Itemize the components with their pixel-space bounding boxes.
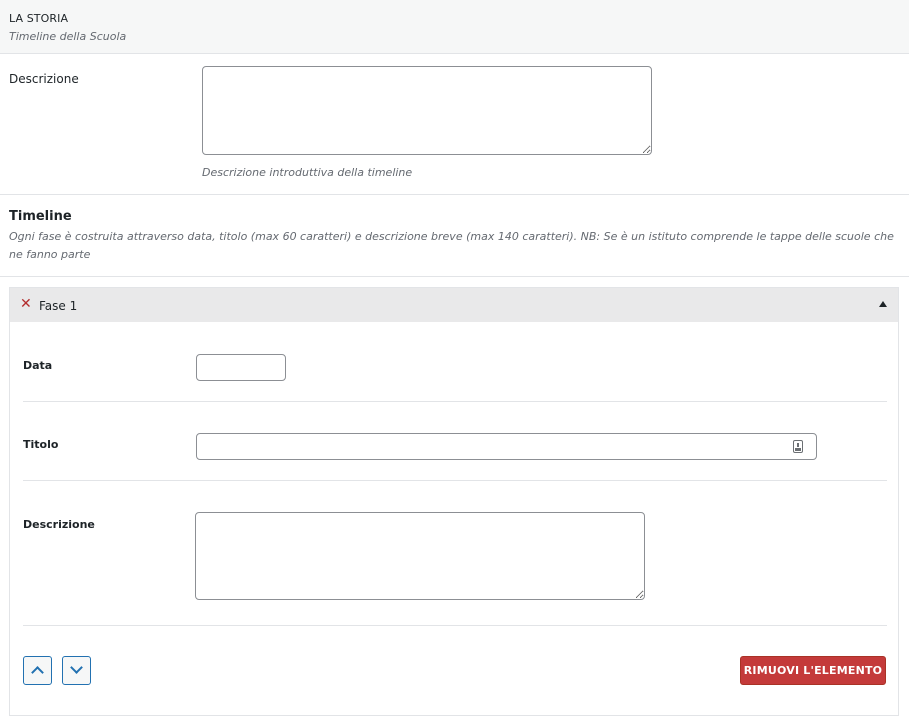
descrizione-label: Descrizione — [23, 518, 95, 531]
titolo-input[interactable] — [196, 433, 817, 460]
move-down-button[interactable] — [62, 656, 91, 685]
section-header: LA STORIA Timeline della Scuola — [0, 0, 909, 54]
triangle-up-icon[interactable] — [879, 301, 887, 307]
descrizione-field-row: Descrizione — [23, 481, 887, 626]
description-help-text: Descrizione introduttiva della timeline — [202, 166, 413, 179]
section-title: LA STORIA — [9, 12, 69, 25]
data-field-row: Data — [23, 322, 887, 402]
close-x-icon[interactable]: ✕ — [20, 297, 32, 311]
descrizione-textarea[interactable] — [195, 512, 645, 600]
timeline-description: Ogni fase è costruita attraverso data, t… — [9, 230, 894, 261]
move-up-button[interactable] — [23, 656, 52, 685]
section-subtitle: Timeline della Scuola — [9, 30, 127, 43]
data-input[interactable] — [196, 354, 286, 381]
group-name: Fase 1 — [39, 299, 78, 313]
titolo-field-row: Titolo — [23, 402, 887, 481]
description-label: Descrizione — [9, 72, 79, 86]
chevron-up-icon — [31, 666, 44, 679]
timeline-group-fase-1: ✕ Fase 1 Data Titolo Descrizione RIMUOVI… — [9, 287, 899, 716]
timeline-header: Timeline Ogni fase è costruita attravers… — [0, 195, 909, 277]
description-textarea[interactable] — [202, 66, 652, 155]
titolo-label: Titolo — [23, 438, 59, 451]
chevron-down-icon — [70, 661, 83, 674]
timeline-title: Timeline — [9, 209, 72, 224]
remove-element-button[interactable]: RIMUOVI L'ELEMENTO — [740, 656, 886, 685]
group-title-bar[interactable]: ✕ Fase 1 — [10, 288, 898, 322]
description-field-row: Descrizione Descrizione introduttiva del… — [0, 54, 909, 195]
data-label: Data — [23, 359, 53, 372]
character-counter-icon[interactable] — [793, 440, 803, 453]
